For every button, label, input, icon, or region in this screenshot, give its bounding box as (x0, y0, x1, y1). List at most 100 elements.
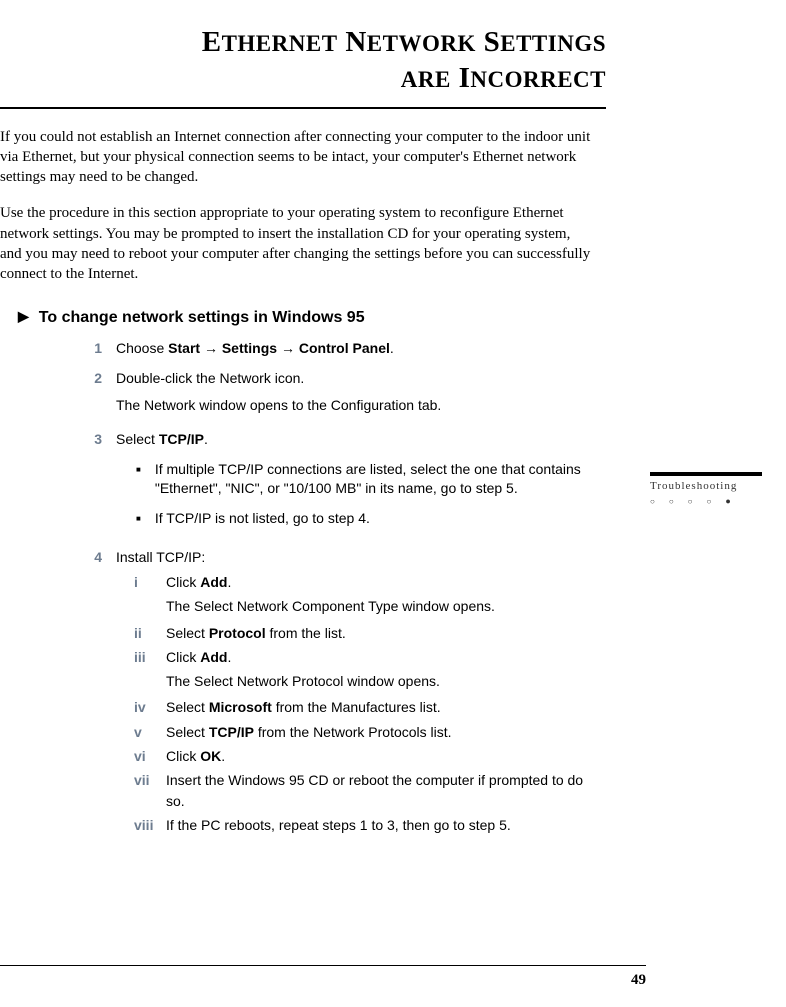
step-text: . (390, 340, 394, 356)
substep-body: Select Microsoft from the Manufactures l… (166, 697, 596, 717)
step-note: The Network window opens to the Configur… (116, 396, 596, 416)
bullet-text: If multiple TCP/IP connections are liste… (155, 460, 596, 499)
substep-v: v Select TCP/IP from the Network Protoco… (134, 722, 596, 742)
square-bullet-icon: ■ (136, 513, 141, 529)
substep-vii: vii Insert the Windows 95 CD or reboot t… (134, 770, 596, 811)
section-tab-label: Troubleshooting (650, 480, 762, 492)
bold-text: Add (200, 649, 227, 665)
bold-text: Protocol (209, 625, 266, 641)
substep-body: Select TCP/IP from the Network Protocols… (166, 722, 596, 742)
substep-text: from the Network Protocols list. (254, 724, 452, 740)
substep-body: Click Add. The Select Network Protocol w… (166, 647, 596, 694)
substep-number: vii (134, 770, 158, 811)
title-part: THERNET (222, 31, 338, 56)
substep-text: . (227, 574, 231, 590)
substep-text: . (227, 649, 231, 665)
step-text: . (204, 431, 208, 447)
substep-number: iii (134, 647, 158, 694)
substep-text: from the Manufactures list. (272, 699, 441, 715)
section-tab: Troubleshooting ○ ○ ○ ○ ● (650, 472, 762, 506)
section-tab-bar (650, 472, 762, 476)
bullet-text: If TCP/IP is not listed, go to step 4. (155, 509, 370, 529)
page-title: ETHERNET NETWORK SETTINGS ARE INCORRECT (0, 24, 606, 97)
substep-text: Select (166, 724, 209, 740)
step-body: Select TCP/IP. ■ If multiple TCP/IP conn… (116, 430, 596, 538)
step-number: 2 (80, 369, 102, 420)
page-footer: 49 (0, 965, 646, 989)
substep-text: Click (166, 748, 200, 764)
step-body: Choose Start → Settings → Control Panel. (116, 339, 596, 359)
bullet-list: ■ If multiple TCP/IP connections are lis… (136, 460, 596, 529)
substep-text: from the list. (266, 625, 346, 641)
arrow-icon: → (277, 340, 299, 356)
intro-paragraph-2: Use the procedure in this section approp… (0, 203, 591, 284)
step-number: 4 (80, 548, 102, 839)
bold-text: Settings (222, 340, 277, 356)
title-part: NCORRECT (470, 67, 606, 92)
bold-text: TCP/IP (209, 724, 254, 740)
step-4: 4 Install TCP/IP: i Click Add. The Selec… (80, 548, 596, 839)
title-rule (0, 107, 606, 109)
procedure-heading-text: To change network settings in Windows 95 (39, 309, 365, 326)
substep-number: ii (134, 623, 158, 643)
title-char: N (345, 26, 366, 58)
substep-i: i Click Add. The Select Network Componen… (134, 572, 596, 619)
footer-rule (0, 965, 646, 966)
bold-text: OK (200, 748, 221, 764)
substep-iii: iii Click Add. The Select Network Protoc… (134, 647, 596, 694)
substep-text: Insert the Windows 95 CD or reboot the c… (166, 770, 596, 811)
step-text: Double-click the Network icon. (116, 369, 596, 389)
intro-paragraph-1: If you could not establish an Internet c… (0, 127, 591, 188)
substep-text: . (221, 748, 225, 764)
substep-number: iv (134, 697, 158, 717)
substep-text: Click (166, 574, 200, 590)
arrow-icon: → (200, 340, 222, 356)
bold-text: Add (200, 574, 227, 590)
bold-text: Control Panel (299, 340, 390, 356)
procedure-heading: ▶To change network settings in Windows 9… (18, 308, 746, 327)
bold-text: Start (168, 340, 200, 356)
substep-number: viii (134, 815, 158, 835)
title-part: ETTINGS (500, 31, 606, 56)
step-body: Install TCP/IP: i Click Add. The Select … (116, 548, 596, 839)
substep-note: The Select Network Protocol window opens… (166, 671, 596, 691)
page-title-block: ETHERNET NETWORK SETTINGS ARE INCORRECT (0, 24, 606, 97)
page-number: 49 (0, 972, 646, 989)
substep-number: i (134, 572, 158, 619)
substep-text: Select (166, 699, 209, 715)
square-bullet-icon: ■ (136, 464, 141, 499)
step-text: Select (116, 431, 159, 447)
step-body: Double-click the Network icon. The Netwo… (116, 369, 596, 420)
bold-text: Microsoft (209, 699, 272, 715)
title-part: ARE (401, 67, 451, 92)
step-text: Install TCP/IP: (116, 548, 596, 568)
title-char: E (202, 26, 222, 58)
substep-text: If the PC reboots, repeat steps 1 to 3, … (166, 815, 596, 835)
substep-note: The Select Network Component Type window… (166, 596, 596, 616)
bullet-item: ■ If TCP/IP is not listed, go to step 4. (136, 509, 596, 529)
substep-body: Select Protocol from the list. (166, 623, 596, 643)
substep-number: vi (134, 746, 158, 766)
bullet-item: ■ If multiple TCP/IP connections are lis… (136, 460, 596, 499)
section-tab-dots: ○ ○ ○ ○ ● (650, 496, 762, 506)
substep-number: v (134, 722, 158, 742)
steps-list: 1 Choose Start → Settings → Control Pane… (80, 339, 596, 839)
step-2: 2 Double-click the Network icon. The Net… (80, 369, 596, 420)
substep-viii: viii If the PC reboots, repeat steps 1 t… (134, 815, 596, 835)
substep-iv: iv Select Microsoft from the Manufacture… (134, 697, 596, 717)
title-char: I (459, 62, 471, 94)
step-number: 3 (80, 430, 102, 538)
title-part: ETWORK (367, 31, 476, 56)
title-char: S (484, 26, 501, 58)
substep-body: Click OK. (166, 746, 596, 766)
step-number: 1 (80, 339, 102, 359)
step-text: Choose (116, 340, 168, 356)
substep-ii: ii Select Protocol from the list. (134, 623, 596, 643)
substep-vi: vi Click OK. (134, 746, 596, 766)
step-3: 3 Select TCP/IP. ■ If multiple TCP/IP co… (80, 430, 596, 538)
bold-text: TCP/IP (159, 431, 204, 447)
step-1: 1 Choose Start → Settings → Control Pane… (80, 339, 596, 359)
substep-body: Click Add. The Select Network Component … (166, 572, 596, 619)
substep-list: i Click Add. The Select Network Componen… (134, 572, 596, 835)
substep-text: Select (166, 625, 209, 641)
